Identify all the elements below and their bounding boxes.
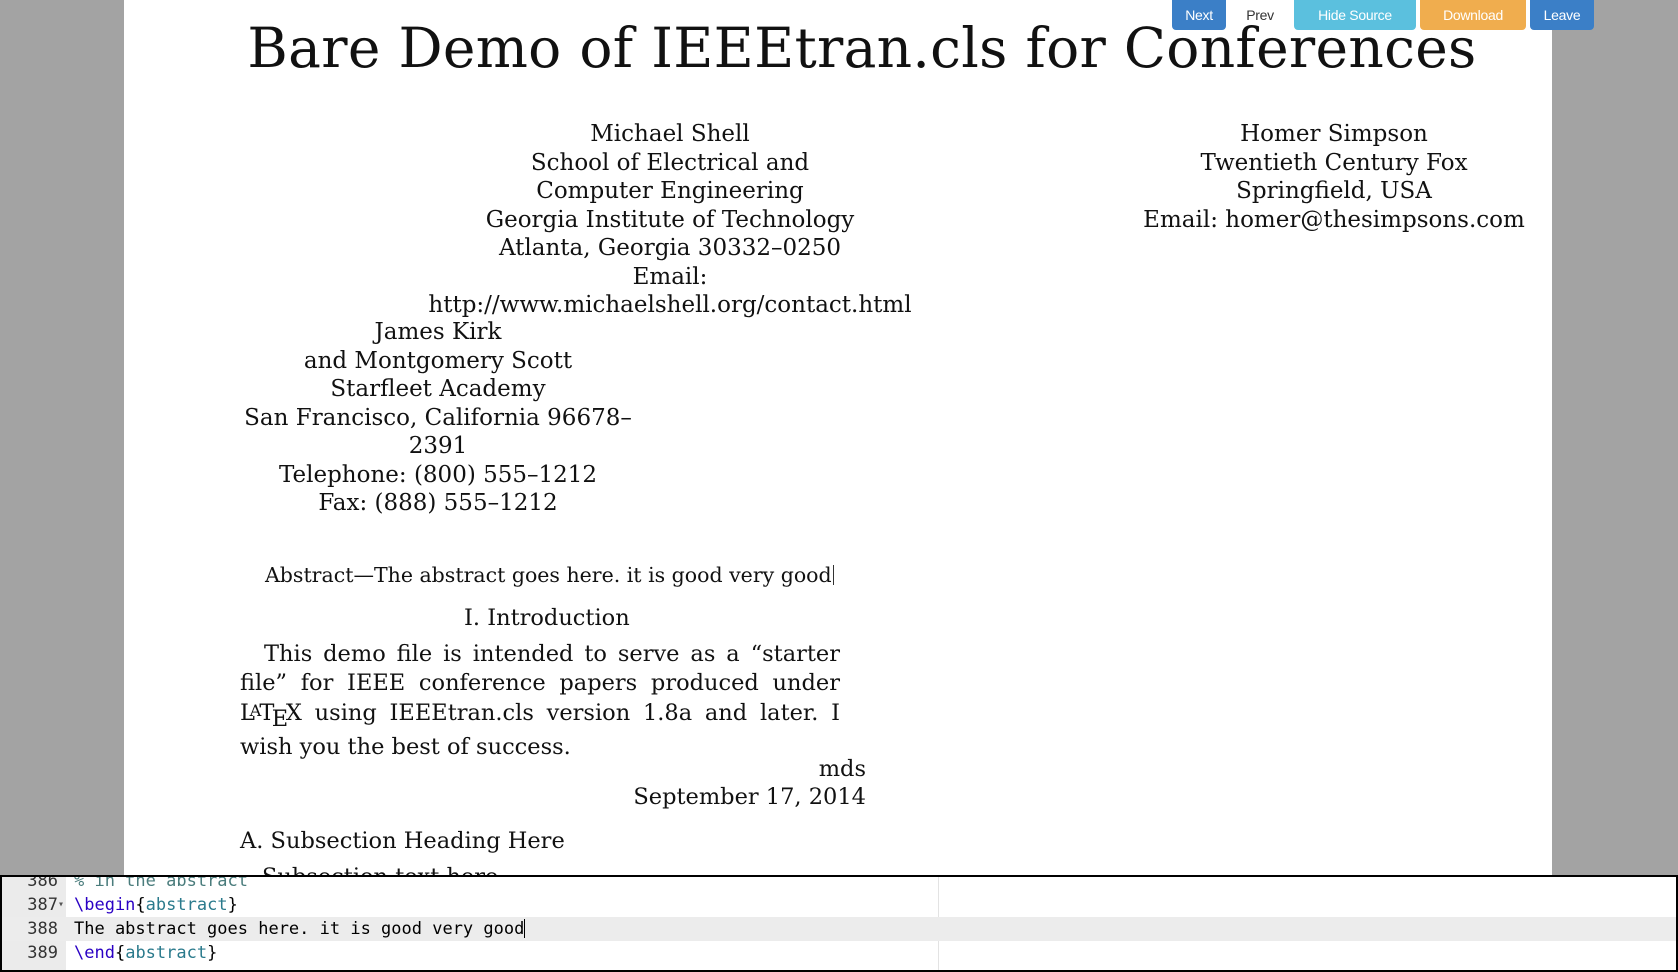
author-affiliation-line: Springfield, USA [1236, 178, 1432, 204]
code-text: \end{abstract} [74, 943, 218, 963]
editor-line[interactable]: 386 % in the abstract [2, 875, 1676, 893]
code-comment: % in the abstract [74, 875, 248, 891]
author-name: Michael Shell [590, 121, 750, 147]
author-affiliation-line: Computer Engineering [536, 178, 804, 204]
pdf-preview-page: Bare Demo of IEEEtran.cls for Conference… [124, 0, 1552, 876]
editor-line[interactable]: 387 ▾ \begin{abstract} [2, 893, 1676, 917]
intro-text: using IEEEtran.cls version 1.8a and late… [240, 700, 840, 761]
author-affiliation-line: Twentieth Century Fox [1200, 149, 1468, 176]
section-heading: I. Introduction [464, 605, 630, 631]
author-affiliation-line: Atlanta, Georgia 30332–0250 [498, 235, 842, 261]
intro-text: This demo file is intended to serve as a… [240, 641, 840, 696]
intro-paragraph: This demo file is intended to serve as a… [240, 640, 840, 762]
code-text: \begin{abstract} [74, 895, 238, 915]
author-block-homer-simpson: Homer Simpson Twentieth Century Fox Spri… [1134, 120, 1534, 234]
abstract: Abstract—The abstract goes here. it is g… [265, 563, 834, 587]
author-affiliation-line: School of Electrical and [530, 149, 810, 176]
preview-caret [832, 565, 834, 585]
author-name: Homer Simpson [1240, 121, 1428, 147]
editor-caret [524, 919, 526, 938]
author-phone: Telephone: (800) 555–1212 [278, 461, 598, 488]
editor-line[interactable]: 389 \end{abstract} [2, 941, 1676, 965]
line-number: 388 [27, 919, 58, 939]
latex-logo: LATEX [240, 700, 302, 732]
subsection-heading: A. Subsection Heading Here [240, 828, 565, 854]
author-affiliation-line: Georgia Institute of Technology [485, 206, 855, 233]
editor-line-active[interactable]: 388 The abstract goes here. it is good v… [2, 917, 1676, 941]
source-editor[interactable]: 386 % in the abstract 387 ▾ \begin{abstr… [0, 875, 1678, 972]
abstract-dash: — [353, 563, 374, 587]
top-toolbar: Next Prev Hide Source Download Leave [1172, 0, 1594, 30]
author-affiliation-line: and Montgomery Scott [303, 347, 573, 374]
author-email: Email: homer@thesimpsons.com [1143, 206, 1525, 233]
line-number: 386 [27, 875, 58, 891]
abstract-label: Abstract [265, 563, 354, 587]
line-number: 389 [27, 943, 58, 963]
fold-arrow-icon[interactable]: ▾ [58, 893, 64, 917]
author-block-michael-shell: Michael Shell School of Electrical and C… [400, 120, 940, 320]
author-affiliation-line: Starfleet Academy [330, 376, 546, 402]
line-number: 387 [27, 895, 58, 915]
leave-button[interactable]: Leave [1530, 0, 1594, 30]
hide-source-button[interactable]: Hide Source [1294, 0, 1416, 30]
prev-button[interactable]: Prev [1230, 0, 1290, 30]
code-text: The abstract goes here. it is good very … [74, 919, 526, 939]
document-date: September 17, 2014 [633, 784, 866, 810]
author-name: James Kirk [374, 319, 502, 345]
author-block-james-kirk: James Kirk and Montgomery Scott Starflee… [228, 318, 648, 518]
author-email: Email: http://www.michaelshell.org/conta… [428, 263, 912, 319]
author-fax: Fax: (888) 555–1212 [318, 490, 558, 516]
download-button[interactable]: Download [1420, 0, 1526, 30]
next-button[interactable]: Next [1172, 0, 1226, 30]
signature: mds [818, 756, 866, 782]
author-affiliation-line: San Francisco, California 96678–2391 [244, 404, 632, 460]
abstract-text: The abstract goes here. it is good very … [373, 563, 832, 587]
